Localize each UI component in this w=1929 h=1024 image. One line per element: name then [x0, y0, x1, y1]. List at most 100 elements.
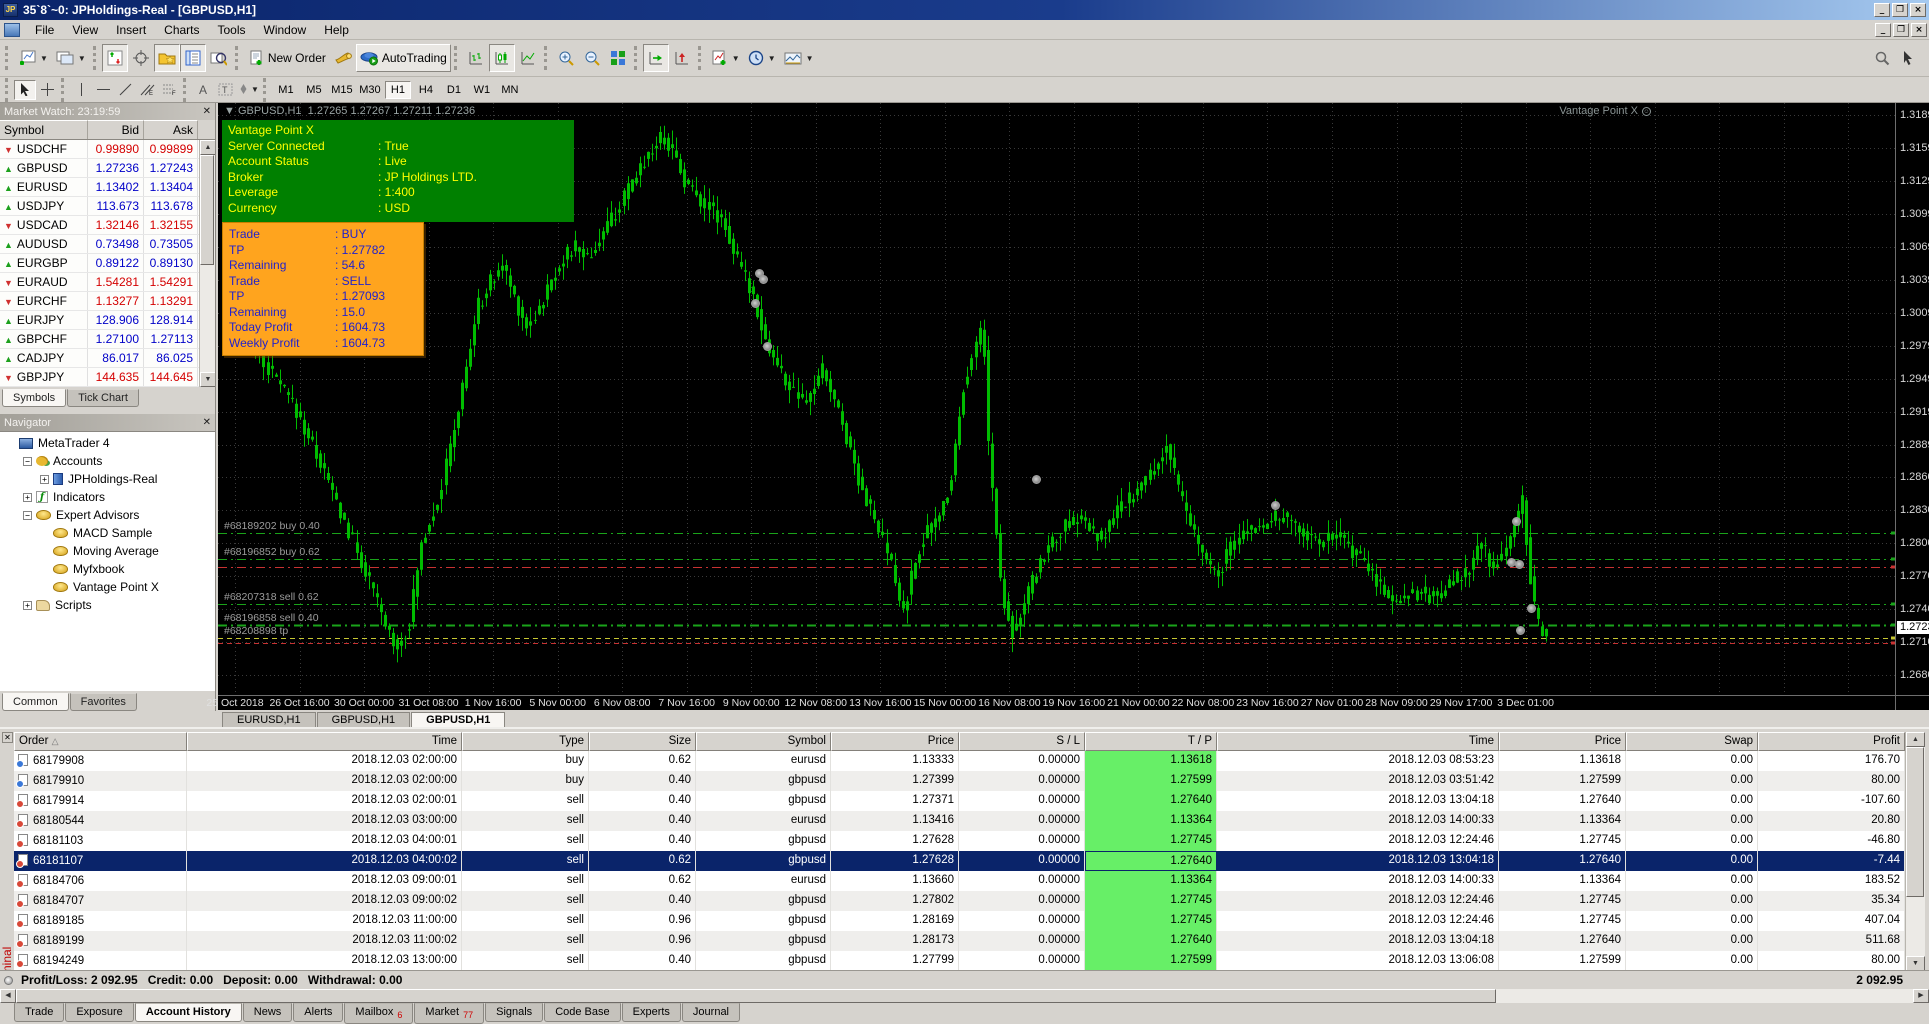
menu-item-window[interactable]: Window — [255, 21, 316, 39]
data-window-button[interactable] — [128, 44, 154, 72]
chart-tab-0[interactable]: EURUSD,H1 — [222, 712, 316, 727]
terminal-tab-alerts[interactable]: Alerts — [293, 1003, 344, 1022]
terminal-tab-journal[interactable]: Journal — [681, 1003, 740, 1022]
market-watch-row-audusd[interactable]: ▲ AUDUSD 0.73498 0.73505 — [0, 235, 215, 254]
timeframe-button-h1[interactable]: H1 — [384, 80, 411, 99]
timeframe-button-mn[interactable]: MN — [497, 81, 523, 99]
toolbar-cursor-button[interactable] — [1895, 44, 1921, 72]
cursor-tool-button[interactable] — [14, 79, 36, 100]
toolbar-grip[interactable] — [183, 77, 189, 102]
market-watch-row-gbpjpy[interactable]: ▼ GBPJPY 144.635 144.645 — [0, 368, 215, 387]
line-chart-mode-button[interactable] — [515, 44, 541, 72]
column-header-order[interactable]: Order △ — [14, 732, 187, 751]
toolbar-grip[interactable] — [61, 77, 67, 102]
history-row-68179908[interactable]: 68179908 2018.12.03 02:00:00 buy 0.62 eurusd… — [14, 751, 1905, 771]
market-watch-scrollbar[interactable]: ▲ ▼ — [199, 140, 215, 387]
navigator-item-jpholdings-real[interactable]: + JPHoldings-Real — [0, 470, 215, 488]
chart-shift-button[interactable] — [669, 44, 695, 72]
terminal-tab-news[interactable]: News — [242, 1003, 293, 1022]
navigator-item-macd-sample[interactable]: MACD Sample — [0, 524, 215, 542]
title-bar[interactable]: JP 35`8`~0: JPHoldings-Real - [GBPUSD,H1… — [0, 0, 1929, 20]
navigator-item-vantage-point-x[interactable]: Vantage Point X — [0, 578, 215, 596]
chart-document-icon[interactable] — [4, 22, 20, 37]
indicators-button[interactable]: ▼ — [707, 44, 744, 72]
market-watch-column-bid[interactable]: Bid — [88, 120, 144, 139]
tile-windows-button[interactable] — [605, 44, 631, 72]
column-header-time[interactable]: Time — [1217, 732, 1499, 751]
market-watch-row-euraud[interactable]: ▼ EURAUD 1.54281 1.54291 — [0, 273, 215, 292]
timeframe-button-w1[interactable]: W1 — [469, 81, 495, 99]
market-watch-caption[interactable]: Market Watch: 23:19:59 ✕ — [0, 103, 215, 120]
toolbar-grip[interactable] — [262, 77, 269, 102]
column-header-type[interactable]: Type — [462, 732, 589, 751]
chart-window[interactable]: ▼ GBPUSD,H1 1.27265 1.27267 1.27211 1.27… — [206, 103, 1929, 710]
new-order-button[interactable]: New Order — [244, 44, 330, 72]
chart-tab-2[interactable]: GBPUSD,H1 — [411, 712, 506, 727]
timeframe-button-m5[interactable]: M5 — [301, 81, 327, 99]
toolbar-grip[interactable] — [453, 46, 460, 70]
child-restore-button[interactable]: ❐ — [1893, 22, 1909, 37]
history-row-68184707[interactable]: 68184707 2018.12.03 09:00:02 sell 0.40 gbpus… — [14, 891, 1905, 911]
tree-expander-icon[interactable]: − — [23, 456, 32, 466]
scrollbar-thumb[interactable] — [1906, 747, 1924, 897]
navigator-item-metatrader-4[interactable]: MetaTrader 4 — [0, 434, 215, 452]
toolbar-grip[interactable] — [633, 46, 640, 70]
fibonacci-tool-button[interactable]: F — [158, 80, 180, 100]
table-header-row[interactable]: Order △ Time Type Size Symbol Price S / LT / P… — [14, 732, 1905, 751]
terminal-tab-mailbox[interactable]: Mailbox 6 — [344, 1003, 414, 1024]
text-tool-button[interactable]: A — [192, 80, 214, 100]
scrollbar-thumb[interactable] — [200, 155, 214, 265]
terminal-tab-code-base[interactable]: Code Base — [544, 1003, 621, 1022]
terminal-vertical-scrollbar[interactable]: ▲ ▼ — [1905, 732, 1925, 971]
column-header-profit[interactable]: Profit — [1758, 732, 1905, 751]
timeframe-button-m15[interactable]: M15 — [329, 81, 355, 99]
market-watch-row-gbpusd[interactable]: ▲ GBPUSD 1.27236 1.27243 — [0, 159, 215, 178]
profiles-button[interactable]: ▼ — [52, 44, 90, 72]
navigator-toggle-button[interactable] — [153, 44, 180, 72]
market-watch-row-eurusd[interactable]: ▲ EURUSD 1.13402 1.13404 — [0, 178, 215, 197]
history-row-68179910[interactable]: 68179910 2018.12.03 02:00:00 buy 0.40 gbpusd… — [14, 771, 1905, 791]
market-watch-tab-symbols[interactable]: Symbols — [2, 389, 67, 407]
terminal-tab-experts[interactable]: Experts — [621, 1003, 681, 1022]
new-chart-button[interactable]: ▼ — [14, 44, 52, 72]
vertical-line-tool-button[interactable] — [70, 80, 92, 100]
timeframe-button-d1[interactable]: D1 — [441, 81, 467, 99]
column-header-sl[interactable]: S / L — [959, 732, 1085, 751]
tree-expander-icon[interactable]: + — [40, 474, 49, 484]
menu-item-insert[interactable]: Insert — [107, 21, 155, 39]
child-minimize-button[interactable]: _ — [1875, 22, 1891, 37]
toolbar-grip[interactable] — [234, 46, 241, 70]
terminal-tab-signals[interactable]: Signals — [485, 1003, 544, 1022]
trade-marker-icon[interactable] — [1526, 604, 1536, 614]
history-row-68189199[interactable]: 68189199 2018.12.03 11:00:02 sell 0.96 gbpus… — [14, 931, 1905, 951]
terminal-tab-exposure[interactable]: Exposure — [65, 1003, 134, 1022]
navigator-item-expert-advisors[interactable]: − Expert Advisors — [0, 506, 215, 524]
navigator-item-indicators[interactable]: + ƒ Indicators — [0, 488, 215, 506]
chart-plot-area[interactable]: ▼ GBPUSD,H1 1.27265 1.27267 1.27211 1.27… — [218, 103, 1895, 695]
bar-chart-mode-button[interactable] — [463, 44, 489, 72]
timeframe-button-m30[interactable]: M30 — [357, 81, 383, 99]
auto-scroll-button[interactable] — [642, 44, 669, 72]
zoom-out-button[interactable] — [579, 44, 605, 72]
history-row-68181107[interactable]: 68181107 2018.12.03 04:00:02 sell 0.62 gbpus… — [14, 851, 1905, 871]
templates-button[interactable]: ▼ — [780, 44, 818, 72]
history-row-68194249[interactable]: 68194249 2018.12.03 13:00:00 sell 0.40 gbpus… — [14, 951, 1905, 971]
market-watch-row-usdcad[interactable]: ▼ USDCAD 1.32146 1.32155 — [0, 216, 215, 235]
equidistant-channel-tool-button[interactable]: E — [136, 80, 158, 100]
market-watch-tab-tick-chart[interactable]: Tick Chart — [67, 389, 139, 407]
menu-item-charts[interactable]: Charts — [155, 21, 208, 39]
terminal-close-icon[interactable]: ✕ — [2, 732, 13, 743]
column-header-price[interactable]: Price — [831, 732, 959, 751]
timeframe-button-h4[interactable]: H4 — [413, 81, 439, 99]
horizontal-line-tool-button[interactable] — [92, 80, 114, 100]
close-icon[interactable]: ✕ — [203, 106, 211, 117]
ea-smiley-icon[interactable]: ☺ — [1642, 106, 1651, 116]
scroll-up-icon[interactable]: ▲ — [200, 140, 215, 155]
navigator-item-myfxbook[interactable]: Myfxbook — [0, 560, 215, 578]
toolbar-grip[interactable] — [5, 77, 11, 102]
navigator-item-accounts[interactable]: − Accounts — [0, 452, 215, 470]
strategy-tester-button[interactable] — [206, 44, 232, 72]
close-button[interactable]: × — [1910, 3, 1926, 17]
time-axis[interactable]: 25 Oct 2018 26 Oct 16:00 30 Oct 00:00 31 Oc… — [206, 695, 1895, 710]
column-header-symbol[interactable]: Symbol — [696, 732, 831, 751]
